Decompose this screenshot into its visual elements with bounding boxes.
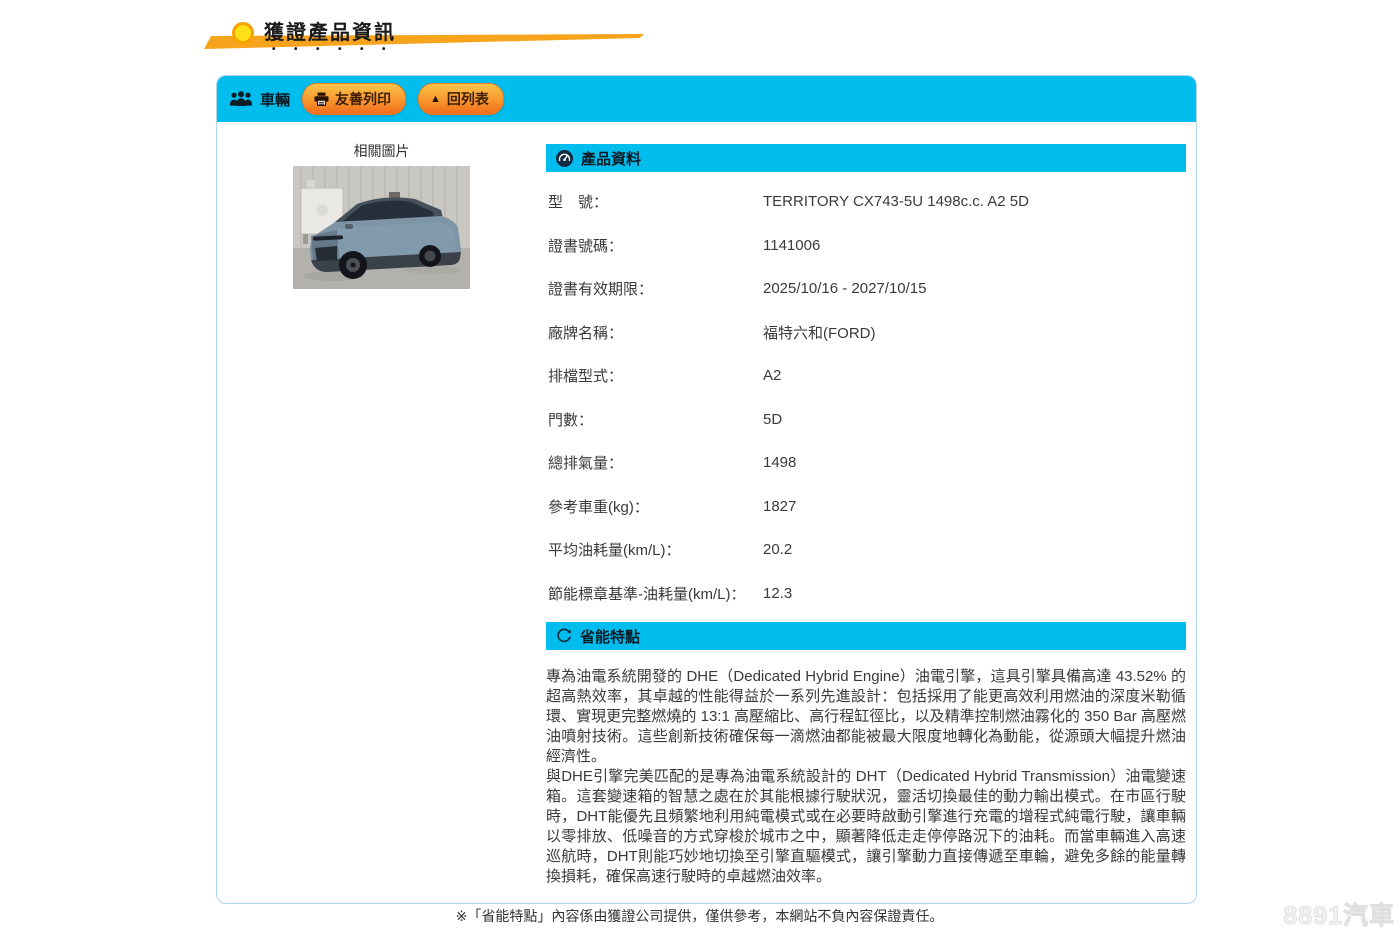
watermark: 8891汽車 — [1283, 896, 1395, 932]
field-value: 1141006 — [763, 237, 820, 254]
field-row-cert-validity: 證書有效期限： 2025/10/16 - 2027/10/15 — [546, 267, 1186, 311]
features-text: 專為油電系統開發的 DHE（Dedicated Hybrid Engine）油電… — [546, 667, 1186, 887]
photo-column: 相關圖片 — [217, 141, 546, 289]
up-triangle-icon: ▲ — [430, 93, 441, 105]
printer-icon — [314, 92, 329, 106]
field-value: 福特六和(FORD) — [763, 322, 876, 343]
features-section-header: 省能特點 — [546, 622, 1186, 650]
features-paragraph-dht: 與DHE引擎完美匹配的是專為油電系統設計的 DHT（Dedicated Hybr… — [546, 767, 1186, 887]
product-section-title: 產品資料 — [581, 148, 641, 169]
page-title: 獲證產品資訊 — [264, 16, 396, 55]
toolbar: 車輛 友善列印 ▲ 回列表 — [217, 76, 1196, 122]
field-row-energy-standard: 節能標章基準-油耗量(km/L)： 12.3 — [546, 572, 1186, 616]
field-label: 證書有效期限： — [548, 278, 763, 299]
product-fields: 型 號： TERRITORY CX743-5U 1498c.c. A2 5D 證… — [546, 180, 1186, 615]
people-group-icon — [229, 91, 253, 108]
field-value: 5D — [763, 411, 782, 428]
field-row-brand: 廠牌名稱： 福特六和(FORD) — [546, 311, 1186, 355]
field-row-avg-fuel: 平均油耗量(km/L)： 20.2 — [546, 528, 1186, 572]
photo-caption: 相關圖片 — [217, 141, 546, 161]
field-label: 型 號： — [548, 191, 763, 212]
field-value: 2025/10/16 - 2027/10/15 — [763, 280, 926, 297]
page: 獲證產品資訊 車輛 — [0, 0, 1399, 933]
page-header: 獲證產品資訊 — [204, 6, 664, 50]
back-to-list-button[interactable]: ▲ 回列表 — [418, 83, 504, 115]
footer-disclaimer: ※「省能特點」內容係由獲證公司提供，僅供參考，本網站不負內容保證責任。 — [0, 906, 1399, 926]
category-label: 車輛 — [260, 89, 290, 110]
field-value: TERRITORY CX743-5U 1498c.c. A2 5D — [763, 193, 1029, 210]
print-button-label: 友善列印 — [335, 89, 391, 109]
category: 車輛 — [229, 89, 290, 110]
vehicle-photo-illustration — [293, 166, 470, 289]
field-value: 1827 — [763, 498, 796, 515]
field-label: 門數： — [548, 409, 763, 430]
product-section-header: 產品資料 — [546, 144, 1186, 172]
field-row-displacement: 總排氣量： 1498 — [546, 441, 1186, 485]
title-bullet-circle — [232, 22, 254, 44]
content-card: 車輛 友善列印 ▲ 回列表 — [216, 75, 1197, 904]
gauge-icon — [556, 150, 573, 167]
field-row-weight: 參考車重(kg)： 1827 — [546, 485, 1186, 529]
vehicle-photo — [293, 166, 470, 289]
field-label: 總排氣量： — [548, 452, 763, 473]
field-row-transmission: 排檔型式： A2 — [546, 354, 1186, 398]
field-label: 排檔型式： — [548, 365, 763, 386]
field-value: 1498 — [763, 454, 796, 471]
info-column: 產品資料 型 號： TERRITORY CX743-5U 1498c.c. A2… — [546, 144, 1186, 887]
features-section-title: 省能特點 — [580, 626, 640, 647]
field-row-cert-number: 證書號碼： 1141006 — [546, 224, 1186, 268]
field-value: 20.2 — [763, 541, 792, 558]
field-value: 12.3 — [763, 585, 792, 602]
print-button[interactable]: 友善列印 — [302, 83, 406, 115]
field-label: 證書號碼： — [548, 235, 763, 256]
features-paragraph-dhe: 專為油電系統開發的 DHE（Dedicated Hybrid Engine）油電… — [546, 667, 1186, 767]
back-button-label: 回列表 — [447, 89, 489, 109]
card-content: 相關圖片 — [217, 122, 1196, 904]
recycle-arrows-icon — [556, 628, 572, 644]
field-value: A2 — [763, 367, 781, 384]
field-label: 平均油耗量(km/L)： — [548, 539, 763, 560]
field-label: 節能標章基準-油耗量(km/L)： — [548, 583, 763, 604]
field-row-model: 型 號： TERRITORY CX743-5U 1498c.c. A2 5D — [546, 180, 1186, 224]
field-label: 廠牌名稱： — [548, 322, 763, 343]
field-label: 參考車重(kg)： — [548, 496, 763, 517]
field-row-doors: 門數： 5D — [546, 398, 1186, 442]
